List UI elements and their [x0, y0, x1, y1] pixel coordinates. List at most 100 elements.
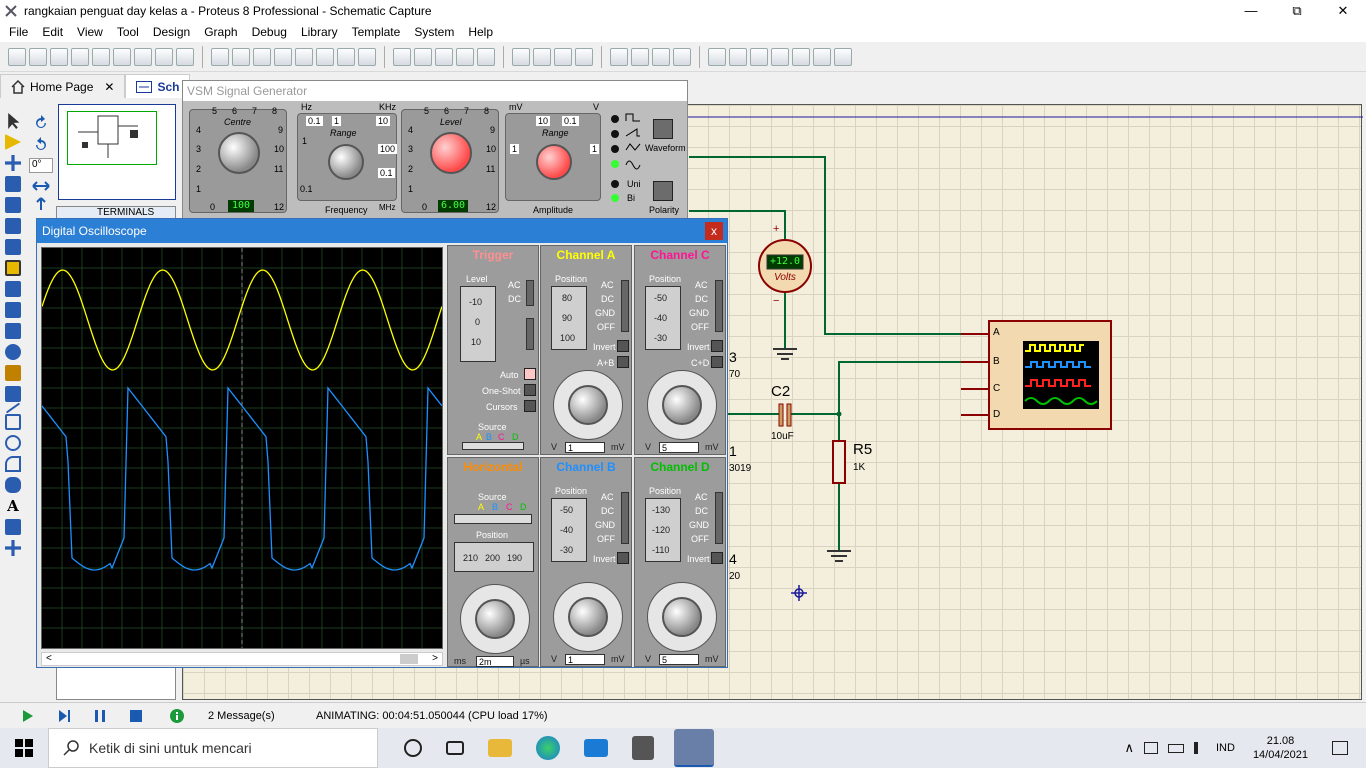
circle-icon[interactable] [5, 435, 21, 451]
cursors-button[interactable] [524, 400, 536, 412]
horizontal-source-slider[interactable] [454, 514, 532, 524]
block-copy-icon[interactable] [512, 47, 530, 66]
box-icon[interactable] [5, 414, 21, 430]
taskbar-search-box[interactable]: Ketik di sini untuk mencari [48, 728, 378, 768]
freq-range-tick[interactable]: 0.1 [378, 168, 395, 178]
redo-icon[interactable] [414, 47, 432, 66]
waveform-sine-led[interactable] [611, 160, 619, 168]
amp-range-tick[interactable]: 10 [536, 116, 551, 126]
edge-browser-icon[interactable] [536, 736, 560, 760]
symbol-icon[interactable] [5, 519, 21, 535]
timebase-value[interactable]: 2m [476, 656, 514, 667]
frequency-range-knob[interactable] [328, 144, 364, 180]
trigger-edge-switch[interactable] [526, 318, 534, 350]
zoom-all-icon[interactable] [337, 47, 355, 66]
subcircuit-icon[interactable] [5, 239, 21, 255]
menu-template[interactable]: Template [345, 25, 408, 39]
menu-tool[interactable]: Tool [110, 25, 146, 39]
rotate-clockwise-icon[interactable] [31, 114, 51, 132]
tab-close-icon[interactable]: ✕ [104, 80, 114, 94]
zoom-in-icon[interactable] [295, 47, 313, 66]
electrical-rule-check-icon[interactable] [834, 47, 852, 66]
amp-range-tick[interactable]: 1 [590, 144, 600, 154]
channel-d-volts-dial[interactable] [647, 582, 717, 652]
schematic-icon[interactable] [92, 47, 110, 66]
messages-count[interactable]: 2 Message(s) [208, 710, 304, 722]
channel-b-value[interactable]: 1 [565, 654, 605, 665]
signal-generator-window[interactable]: VSM Signal Generator Centre 5 6 7 8 4 9 … [182, 80, 688, 219]
channel-a-position-slider[interactable]: 80 90 100 [551, 286, 587, 350]
text-icon[interactable]: A [5, 498, 21, 514]
oneshot-button[interactable] [524, 384, 536, 396]
tape-recorder-icon[interactable] [5, 323, 21, 339]
exit-to-parent-icon[interactable] [813, 47, 831, 66]
voltage-probe-icon[interactable] [5, 365, 21, 381]
text-script-icon[interactable] [5, 197, 21, 213]
terminals-mode-icon[interactable] [5, 260, 21, 276]
import-icon[interactable] [71, 47, 89, 66]
marker-icon[interactable] [5, 540, 21, 556]
device-pins-icon[interactable] [5, 281, 21, 297]
copy-icon[interactable] [456, 47, 474, 66]
c2-label[interactable]: C2 [771, 383, 790, 400]
freq-range-tick[interactable]: 0.1 [306, 116, 323, 126]
new-sheet-icon[interactable] [771, 47, 789, 66]
channel-b-coupling-switch[interactable] [621, 492, 629, 544]
origin-icon[interactable] [253, 47, 271, 66]
scroll-thumb[interactable] [400, 654, 418, 664]
tray-chevron-icon[interactable]: ∧ [1124, 740, 1134, 756]
pcb-icon[interactable] [113, 47, 131, 66]
refresh-icon[interactable] [211, 47, 229, 66]
amp-range-tick[interactable]: 1 [510, 144, 520, 154]
trigger-source-slider[interactable] [462, 442, 524, 450]
channel-d-position-slider[interactable]: -130 -120 -110 [645, 498, 681, 562]
polarity-bi-led[interactable] [611, 194, 619, 202]
tab-home-page[interactable]: Home Page ✕ [0, 74, 126, 98]
waveform-button[interactable] [653, 119, 673, 139]
freq-range-tick[interactable]: 100 [378, 144, 398, 154]
channel-b-volts-dial[interactable] [553, 582, 623, 652]
menu-debug[interactable]: Debug [245, 25, 294, 39]
maximize-button[interactable]: ⧉ [1274, 3, 1320, 19]
menu-edit[interactable]: Edit [35, 25, 70, 39]
channel-b-position-slider[interactable]: -50 -40 -30 [551, 498, 587, 562]
channel-c-value[interactable]: 5 [659, 442, 699, 453]
channel-b-invert-button[interactable] [617, 552, 629, 564]
overview-window[interactable] [58, 104, 176, 200]
r5-label[interactable]: R5 [853, 441, 872, 458]
scroll-right-arrow[interactable]: > [432, 653, 438, 664]
task-view-icon[interactable] [446, 741, 464, 755]
block-rotate-icon[interactable] [554, 47, 572, 66]
menu-file[interactable]: File [2, 25, 35, 39]
amp-range-tick[interactable]: 0.1 [562, 116, 579, 126]
channel-c-coupling-switch[interactable] [715, 280, 723, 332]
scroll-left-arrow[interactable]: < [46, 653, 52, 664]
line-icon[interactable] [5, 402, 21, 414]
channel-a-volts-dial[interactable] [553, 370, 623, 440]
step-icon[interactable] [56, 708, 72, 724]
pause-icon[interactable] [92, 708, 108, 724]
rotate-anticlockwise-icon[interactable] [31, 136, 51, 154]
closed-path-icon[interactable] [5, 477, 21, 493]
battery-icon[interactable] [1167, 743, 1184, 753]
new-file-icon[interactable] [8, 47, 26, 66]
network-icon[interactable] [1143, 742, 1158, 754]
notification-icon[interactable] [1332, 741, 1348, 755]
buses-icon[interactable] [5, 218, 21, 234]
menu-view[interactable]: View [70, 25, 110, 39]
menu-design[interactable]: Design [146, 25, 197, 39]
cortana-icon[interactable] [404, 739, 422, 757]
windows-start-icon[interactable] [15, 739, 33, 757]
junction-dot-icon[interactable] [5, 155, 21, 171]
channel-a-value[interactable]: 1 [565, 442, 605, 453]
timebase-dial[interactable] [460, 584, 530, 654]
menu-system[interactable]: System [407, 25, 461, 39]
component-mode-icon[interactable] [5, 134, 21, 150]
pan-icon[interactable] [274, 47, 292, 66]
virtual-instruments-icon[interactable] [5, 386, 21, 402]
clock[interactable]: 21.08 14/04/2021 [1253, 734, 1308, 762]
channel-c-combine-button[interactable] [711, 356, 723, 368]
arc-icon[interactable] [5, 456, 21, 472]
waveform-triangle-led[interactable] [611, 145, 619, 153]
tab-schematic[interactable]: Sch [125, 74, 191, 98]
